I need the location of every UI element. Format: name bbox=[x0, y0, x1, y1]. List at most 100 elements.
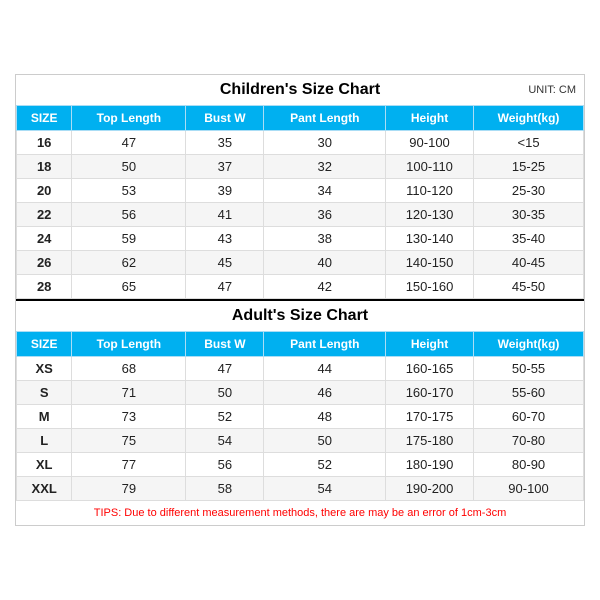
table-cell: 140-150 bbox=[386, 251, 474, 275]
table-cell: 55-60 bbox=[474, 381, 584, 405]
children-col-pantlength: Pant Length bbox=[264, 106, 386, 131]
table-cell: 80-90 bbox=[474, 453, 584, 477]
children-col-bustw: Bust W bbox=[186, 106, 264, 131]
table-cell: 160-170 bbox=[386, 381, 474, 405]
table-cell: 37 bbox=[186, 155, 264, 179]
table-cell: 22 bbox=[17, 203, 72, 227]
table-cell: 52 bbox=[186, 405, 264, 429]
table-cell: 170-175 bbox=[386, 405, 474, 429]
table-row: 18503732100-11015-25 bbox=[17, 155, 584, 179]
children-col-height: Height bbox=[386, 106, 474, 131]
children-header-row: SIZE Top Length Bust W Pant Length Heigh… bbox=[17, 106, 584, 131]
children-table-body: 1647353090-100<1518503732100-11015-25205… bbox=[17, 131, 584, 299]
table-cell: 48 bbox=[264, 405, 386, 429]
table-cell: 44 bbox=[264, 357, 386, 381]
table-row: 1647353090-100<15 bbox=[17, 131, 584, 155]
table-cell: 180-190 bbox=[386, 453, 474, 477]
table-cell: 24 bbox=[17, 227, 72, 251]
table-row: XS684744160-16550-55 bbox=[17, 357, 584, 381]
table-cell: 100-110 bbox=[386, 155, 474, 179]
children-col-weight: Weight(kg) bbox=[474, 106, 584, 131]
children-size-table: SIZE Top Length Bust W Pant Length Heigh… bbox=[16, 105, 584, 299]
table-cell: XXL bbox=[17, 477, 72, 501]
table-cell: 41 bbox=[186, 203, 264, 227]
table-cell: 50-55 bbox=[474, 357, 584, 381]
table-row: 20533934110-12025-30 bbox=[17, 179, 584, 203]
table-row: S715046160-17055-60 bbox=[17, 381, 584, 405]
adult-col-size: SIZE bbox=[17, 332, 72, 357]
table-cell: 73 bbox=[72, 405, 186, 429]
table-cell: 39 bbox=[186, 179, 264, 203]
table-cell: XS bbox=[17, 357, 72, 381]
adult-col-height: Height bbox=[386, 332, 474, 357]
table-row: XXL795854190-20090-100 bbox=[17, 477, 584, 501]
table-cell: 59 bbox=[72, 227, 186, 251]
table-cell: 50 bbox=[186, 381, 264, 405]
tips-text: TIPS: Due to different measurement metho… bbox=[16, 501, 584, 525]
unit-label: UNIT: CM bbox=[528, 84, 576, 96]
table-cell: 68 bbox=[72, 357, 186, 381]
table-cell: 45-50 bbox=[474, 275, 584, 299]
adult-size-table: SIZE Top Length Bust W Pant Length Heigh… bbox=[16, 331, 584, 501]
adult-header-row: SIZE Top Length Bust W Pant Length Heigh… bbox=[17, 332, 584, 357]
table-cell: L bbox=[17, 429, 72, 453]
table-cell: M bbox=[17, 405, 72, 429]
table-cell: 120-130 bbox=[386, 203, 474, 227]
table-cell: 56 bbox=[72, 203, 186, 227]
table-cell: 54 bbox=[264, 477, 386, 501]
table-cell: 32 bbox=[264, 155, 386, 179]
table-cell: 71 bbox=[72, 381, 186, 405]
children-section-title: Children's Size Chart UNIT: CM bbox=[16, 75, 584, 105]
table-row: 22564136120-13030-35 bbox=[17, 203, 584, 227]
table-cell: 18 bbox=[17, 155, 72, 179]
table-cell: 50 bbox=[264, 429, 386, 453]
table-cell: 65 bbox=[72, 275, 186, 299]
table-cell: 70-80 bbox=[474, 429, 584, 453]
table-cell: 130-140 bbox=[386, 227, 474, 251]
table-cell: 75 bbox=[72, 429, 186, 453]
table-cell: 150-160 bbox=[386, 275, 474, 299]
table-cell: 40-45 bbox=[474, 251, 584, 275]
table-cell: 43 bbox=[186, 227, 264, 251]
table-cell: 35 bbox=[186, 131, 264, 155]
adult-col-weight: Weight(kg) bbox=[474, 332, 584, 357]
table-row: L755450175-18070-80 bbox=[17, 429, 584, 453]
children-col-toplength: Top Length bbox=[72, 106, 186, 131]
adult-section-title: Adult's Size Chart bbox=[16, 301, 584, 331]
adult-table-body: XS684744160-16550-55S715046160-17055-60M… bbox=[17, 357, 584, 501]
table-cell: XL bbox=[17, 453, 72, 477]
table-cell: 77 bbox=[72, 453, 186, 477]
table-cell: 28 bbox=[17, 275, 72, 299]
table-cell: 45 bbox=[186, 251, 264, 275]
table-cell: 110-120 bbox=[386, 179, 474, 203]
table-cell: 90-100 bbox=[386, 131, 474, 155]
table-cell: 42 bbox=[264, 275, 386, 299]
table-cell: 53 bbox=[72, 179, 186, 203]
table-cell: 15-25 bbox=[474, 155, 584, 179]
table-cell: 52 bbox=[264, 453, 386, 477]
table-cell: 79 bbox=[72, 477, 186, 501]
table-cell: 20 bbox=[17, 179, 72, 203]
table-cell: 60-70 bbox=[474, 405, 584, 429]
table-cell: 54 bbox=[186, 429, 264, 453]
table-row: 28654742150-16045-50 bbox=[17, 275, 584, 299]
table-cell: <15 bbox=[474, 131, 584, 155]
table-cell: 30-35 bbox=[474, 203, 584, 227]
table-row: XL775652180-19080-90 bbox=[17, 453, 584, 477]
table-cell: 35-40 bbox=[474, 227, 584, 251]
table-cell: 38 bbox=[264, 227, 386, 251]
adult-col-pantlength: Pant Length bbox=[264, 332, 386, 357]
table-cell: 62 bbox=[72, 251, 186, 275]
table-cell: 26 bbox=[17, 251, 72, 275]
table-row: 26624540140-15040-45 bbox=[17, 251, 584, 275]
table-cell: 47 bbox=[186, 357, 264, 381]
table-cell: 40 bbox=[264, 251, 386, 275]
size-chart-container: Children's Size Chart UNIT: CM SIZE Top … bbox=[15, 74, 585, 526]
table-cell: 190-200 bbox=[386, 477, 474, 501]
children-title-text: Children's Size Chart bbox=[220, 81, 380, 98]
table-row: M735248170-17560-70 bbox=[17, 405, 584, 429]
table-cell: 56 bbox=[186, 453, 264, 477]
adult-col-bustw: Bust W bbox=[186, 332, 264, 357]
table-cell: 25-30 bbox=[474, 179, 584, 203]
table-cell: 47 bbox=[186, 275, 264, 299]
